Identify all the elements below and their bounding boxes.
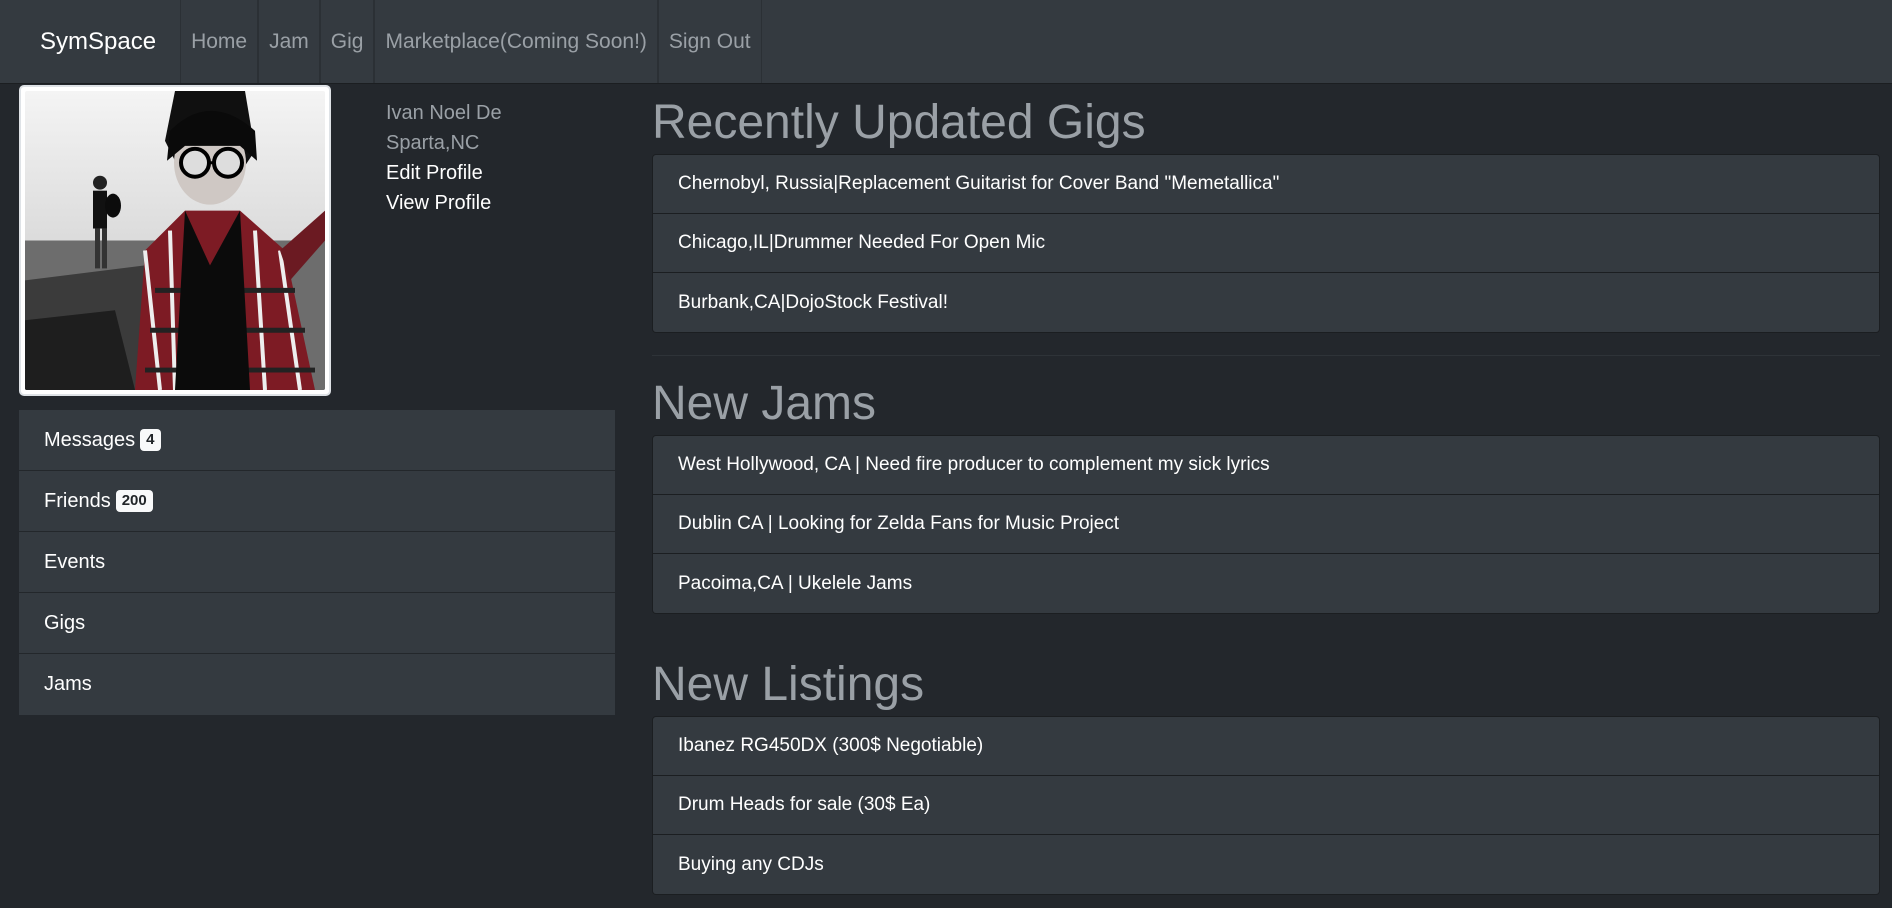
sidebar-item-label: Events bbox=[44, 550, 106, 573]
listings-section-title: New Listings bbox=[652, 658, 925, 711]
listings-list: Ibanez RG450DX (300$ Negotiable) Drum He… bbox=[652, 716, 1880, 895]
list-item[interactable]: Buying any CDJs bbox=[653, 835, 1879, 894]
main-content: Recently Updated Gigs Chernobyl, Russia|… bbox=[652, 84, 1880, 895]
view-profile-link[interactable]: View Profile bbox=[386, 188, 606, 218]
sidebar-item-label: Messages bbox=[44, 428, 136, 451]
sidebar-item-friends[interactable]: Friends 200 bbox=[19, 471, 615, 532]
sidebar-item-messages[interactable]: Messages 4 bbox=[19, 410, 615, 471]
sidebar-item-label: Friends bbox=[44, 489, 111, 512]
jams-list: West Hollywood, CA | Need fire producer … bbox=[652, 435, 1880, 614]
list-item[interactable]: Chernobyl, Russia|Replacement Guitarist … bbox=[653, 155, 1879, 214]
profile-location: Sparta,NC bbox=[386, 132, 480, 154]
list-item[interactable]: Burbank,CA|DojoStock Festival! bbox=[653, 273, 1879, 332]
edit-profile-link[interactable]: Edit Profile bbox=[386, 158, 606, 188]
sidebar-item-label: Gigs bbox=[44, 611, 86, 634]
sidebar-item-events[interactable]: Events bbox=[19, 532, 615, 593]
nav-links: Home Jam Gig Marketplace(Coming Soon!) S… bbox=[180, 0, 762, 83]
list-item[interactable]: West Hollywood, CA | Need fire producer … bbox=[653, 436, 1879, 495]
list-item[interactable]: Chicago,IL|Drummer Needed For Open Mic bbox=[653, 214, 1879, 273]
list-item[interactable]: Dublin CA | Looking for Zelda Fans for M… bbox=[653, 495, 1879, 554]
profile-photo bbox=[19, 85, 331, 396]
sidebar-item-jams[interactable]: Jams bbox=[19, 654, 615, 715]
friends-count-badge: 200 bbox=[115, 490, 153, 512]
nav-link-home[interactable]: Home bbox=[180, 0, 259, 83]
sidebar-menu: Messages 4 Friends 200 Events Gigs Jams bbox=[19, 410, 615, 715]
messages-count-badge: 4 bbox=[140, 429, 161, 451]
sidebar-item-label: Jams bbox=[44, 673, 92, 695]
nav-link-gig[interactable]: Gig bbox=[319, 0, 375, 83]
nav-link-sign-out[interactable]: Sign Out bbox=[657, 0, 762, 83]
profile-photo-image bbox=[25, 91, 325, 390]
list-item[interactable]: Pacoima,CA | Ukelele Jams bbox=[653, 554, 1879, 613]
jams-section-title: New Jams bbox=[652, 377, 877, 430]
nav-link-marketplace[interactable]: Marketplace(Coming Soon!) bbox=[374, 0, 658, 83]
top-navbar: SymSpace Home Jam Gig Marketplace(Coming… bbox=[0, 0, 1892, 84]
list-item[interactable]: Drum Heads for sale (30$ Ea) bbox=[653, 776, 1879, 835]
list-item[interactable]: Ibanez RG450DX (300$ Negotiable) bbox=[653, 717, 1879, 776]
profile-name: Ivan Noel De bbox=[386, 102, 502, 124]
nav-link-jam[interactable]: Jam bbox=[258, 0, 320, 83]
brand-logo[interactable]: SymSpace bbox=[0, 0, 180, 83]
profile-info: Ivan Noel De Sparta,NC Edit Profile View… bbox=[386, 98, 606, 218]
gigs-section-title: Recently Updated Gigs bbox=[652, 96, 1146, 149]
sidebar-item-gigs[interactable]: Gigs bbox=[19, 593, 615, 654]
gigs-list: Chernobyl, Russia|Replacement Guitarist … bbox=[652, 154, 1880, 333]
